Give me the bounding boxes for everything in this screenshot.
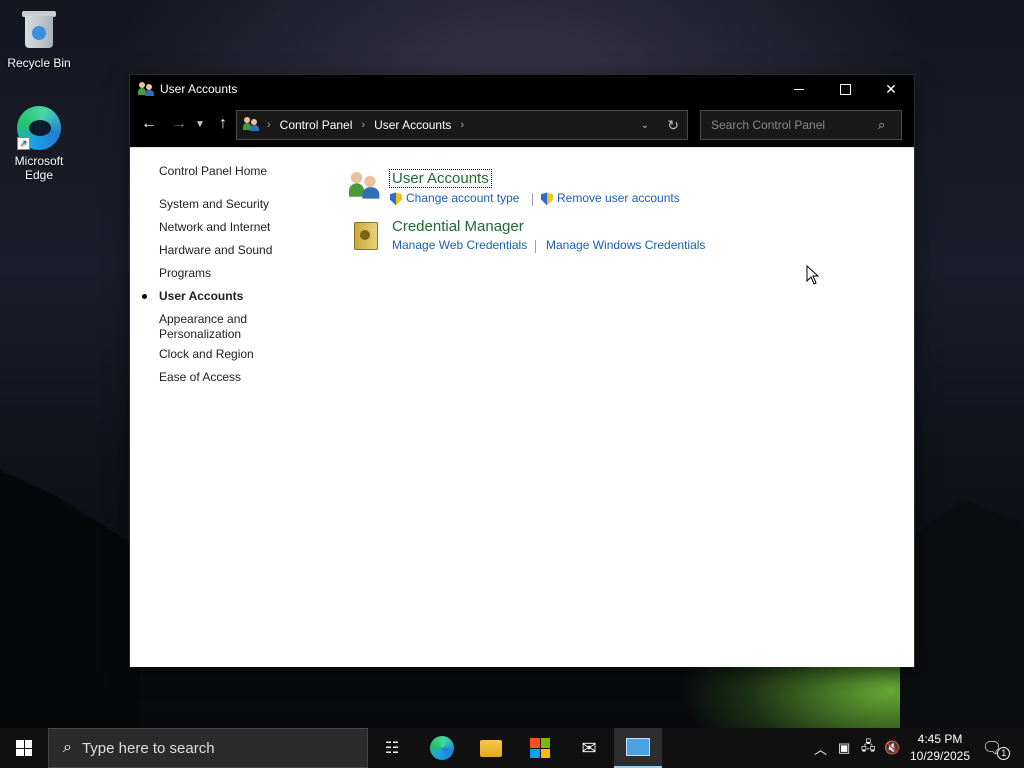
taskbar: ⌕ Type here to search ☷ ✉ ︿ ▣ 🖧 🔇 4:45 P…: [0, 728, 1024, 768]
task-view-icon: ☷: [384, 740, 400, 757]
clock-date: 10/29/2025: [909, 749, 971, 763]
recent-locations-button[interactable]: ▼: [192, 113, 208, 135]
breadcrumb-separator-icon: ›: [267, 119, 271, 131]
up-arrow-icon: ↑: [219, 115, 227, 132]
uac-shield-icon: [390, 192, 402, 205]
title-bar[interactable]: User Accounts ✕: [130, 75, 914, 103]
mouse-cursor-icon: [806, 265, 820, 285]
search-icon: ⌕: [63, 739, 72, 756]
back-arrow-icon: ←: [141, 115, 157, 132]
tray-meet-now[interactable]: ▣: [838, 728, 850, 768]
show-hidden-icons-button[interactable]: ︿: [814, 728, 827, 768]
close-button[interactable]: ✕: [868, 75, 914, 103]
current-item-bullet-icon: [142, 294, 147, 299]
address-history-chevron-icon[interactable]: ⌄: [641, 120, 649, 131]
camera-icon: ▣: [838, 740, 851, 755]
taskbar-search-box[interactable]: ⌕ Type here to search: [48, 728, 368, 768]
search-box[interactable]: ⌕: [700, 110, 902, 140]
forward-button[interactable]: →: [168, 113, 190, 135]
taskbar-control-panel-button[interactable]: [614, 728, 662, 768]
volume-muted-icon: 🔇: [884, 740, 901, 755]
change-account-type-label: Change account type: [406, 191, 520, 205]
desktop-icon-label: Recycle Bin: [7, 56, 71, 70]
maximize-button[interactable]: [822, 75, 868, 103]
remove-user-accounts-link[interactable]: Remove user accounts: [541, 191, 680, 205]
window-title: User Accounts: [160, 82, 238, 96]
task-view-button[interactable]: ☷: [368, 728, 416, 768]
chevron-up-icon: ︿: [814, 741, 828, 757]
sidebar-item-clock-and-region[interactable]: Clock and Region: [159, 347, 289, 362]
clock-time: 4:45 PM: [917, 732, 963, 746]
taskbar-store-button[interactable]: [516, 728, 564, 768]
sidebar-item-system-and-security[interactable]: System and Security: [159, 197, 289, 212]
address-bar[interactable]: › Control Panel › User Accounts › ⌄ ↻: [236, 110, 688, 140]
back-button[interactable]: ←: [138, 113, 160, 135]
taskbar-search-placeholder: Type here to search: [81, 739, 215, 757]
control-panel-icon: [626, 738, 650, 756]
store-bag-icon: [530, 738, 550, 758]
breadcrumb-separator-icon[interactable]: ›: [460, 119, 464, 131]
maximize-icon: [839, 83, 851, 95]
taskbar-edge-button[interactable]: [418, 728, 466, 768]
link-divider: [535, 240, 536, 253]
mail-icon: ✉: [581, 737, 597, 758]
edge-icon: ↗: [17, 106, 61, 150]
sidebar-item-user-accounts: User Accounts: [159, 289, 244, 303]
desktop-icon-recycle-bin[interactable]: Recycle Bin: [1, 8, 77, 70]
start-button[interactable]: [0, 728, 48, 768]
breadcrumb-user-accounts[interactable]: User Accounts: [374, 118, 451, 132]
desktop-icon-edge[interactable]: ↗ Microsoft Edge: [1, 106, 77, 182]
recycle-bin-icon: [19, 8, 59, 52]
up-button[interactable]: ↑: [212, 113, 234, 135]
tray-volume[interactable]: 🔇: [884, 728, 900, 768]
category-credential-manager-link[interactable]: Credential Manager: [392, 218, 524, 235]
manage-web-credentials-link[interactable]: Manage Web Credentials: [392, 238, 527, 252]
close-icon: ✕: [885, 80, 897, 97]
desktop-background-hill: [0, 470, 140, 730]
minimize-icon: [794, 88, 804, 90]
user-accounts-icon[interactable]: [348, 170, 382, 204]
desktop-background-hill: [900, 500, 1024, 730]
control-panel-window: User Accounts ✕ ← → ▼ ↑ › Control Panel …: [130, 75, 914, 667]
sidebar-item-control-panel-home[interactable]: Control Panel Home: [159, 164, 289, 179]
folder-icon: [480, 739, 502, 757]
change-account-type-link[interactable]: Change account type: [390, 191, 519, 205]
shortcut-arrow-icon: ↗: [17, 137, 30, 150]
action-center-button[interactable]: 🗨 1: [982, 728, 1011, 768]
forward-arrow-icon: →: [171, 115, 187, 132]
sidebar-item-hardware-and-sound[interactable]: Hardware and Sound: [159, 243, 289, 258]
credential-manager-icon[interactable]: [348, 218, 382, 252]
chevron-down-icon: ▼: [195, 118, 205, 130]
minimize-button[interactable]: [776, 75, 822, 103]
refresh-icon[interactable]: ↻: [667, 117, 679, 134]
sidebar-item-programs[interactable]: Programs: [159, 266, 289, 281]
network-icon: 🖧: [861, 738, 876, 753]
sidebar-item-network-and-internet[interactable]: Network and Internet: [159, 220, 289, 235]
desktop-icon-label: Microsoft Edge: [14, 154, 64, 182]
user-accounts-icon: [243, 116, 259, 134]
windows-logo-icon: [16, 740, 32, 756]
breadcrumb-separator-icon[interactable]: ›: [361, 119, 365, 131]
category-user-accounts-link[interactable]: User Accounts: [389, 169, 492, 188]
link-divider: [532, 193, 533, 206]
search-input[interactable]: [709, 117, 878, 133]
navigation-bar: ← → ▼ ↑ › Control Panel › User Accounts …: [130, 103, 914, 147]
sidebar-item-ease-of-access[interactable]: Ease of Access: [159, 370, 289, 385]
search-icon[interactable]: ⌕: [878, 117, 885, 133]
user-accounts-icon: [138, 82, 154, 96]
sidebar-item-appearance-and-personalization[interactable]: Appearance and Personalization: [159, 312, 269, 342]
taskbar-file-explorer-button[interactable]: [467, 728, 515, 768]
taskbar-mail-button[interactable]: ✉: [565, 728, 613, 768]
remove-user-accounts-label: Remove user accounts: [557, 191, 680, 205]
tray-network[interactable]: 🖧: [861, 728, 876, 768]
uac-shield-icon: [541, 192, 553, 205]
content-pane: Control Panel Home System and Security N…: [130, 147, 914, 667]
breadcrumb-control-panel[interactable]: Control Panel: [280, 118, 353, 132]
edge-icon: [430, 736, 454, 760]
taskbar-clock[interactable]: 4:45 PM 10/29/2025: [902, 731, 978, 765]
notification-count-badge: 1: [997, 746, 1011, 760]
manage-windows-credentials-link[interactable]: Manage Windows Credentials: [546, 238, 705, 252]
